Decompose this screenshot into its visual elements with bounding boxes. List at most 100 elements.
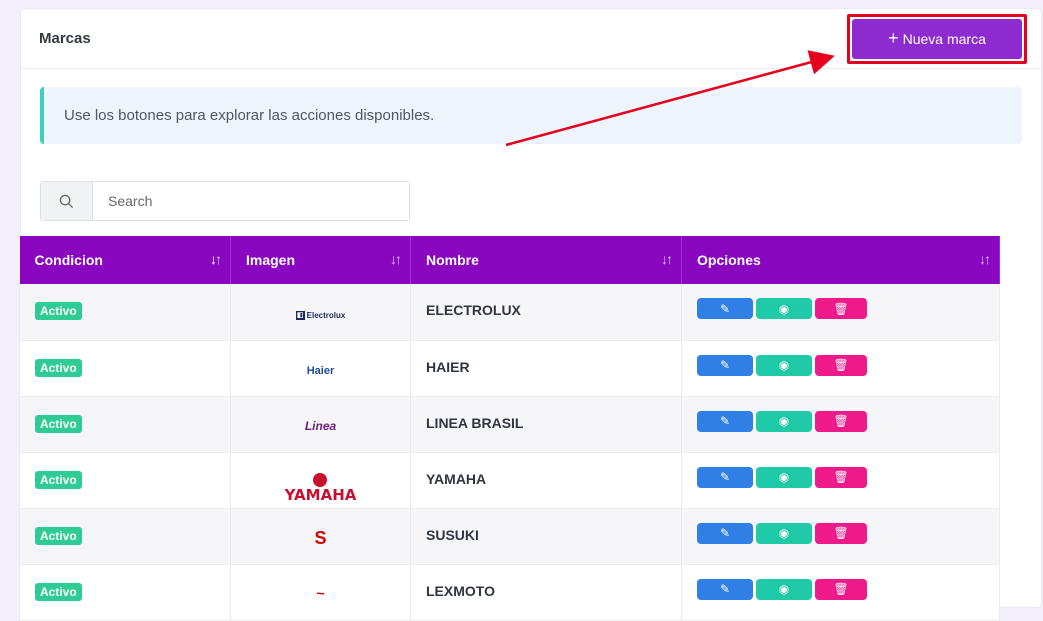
view-button[interactable]: ◉ (756, 522, 812, 544)
table-row: Activo Linea LINEA BRASIL ✎ ◉ 🗑︎ (19, 396, 1000, 453)
sort-icon[interactable]: ↓↑ (661, 251, 673, 267)
brand-name: SUSUKI (426, 526, 479, 543)
cell-opciones: ✎ ◉ 🗑︎ (681, 452, 1000, 509)
cell-condicion: Activo (19, 452, 231, 509)
brand-logo-image: Haier (306, 364, 335, 377)
delete-button[interactable]: 🗑︎ (815, 298, 867, 319)
sort-icon[interactable]: ↓↑ (979, 251, 991, 267)
status-badge: Activo (35, 414, 82, 433)
delete-button[interactable]: 🗑︎ (815, 578, 867, 600)
table-row: Activo ~ LEXMOTO ✎ ◉ 🗑︎ (19, 564, 1000, 621)
delete-button[interactable]: 🗑︎ (815, 410, 867, 432)
delete-button[interactable]: 🗑︎ (815, 522, 867, 544)
column-header-opciones[interactable]: Opciones ↓↑ (681, 236, 1000, 284)
brand-name: LINEA BRASIL (426, 414, 524, 431)
edit-button[interactable]: ✎ (697, 578, 753, 600)
table-row: Activo Haier HAIER ✎ ◉ 🗑︎ (19, 340, 1000, 397)
cell-opciones: ✎ ◉ 🗑︎ (681, 564, 1000, 621)
edit-button[interactable]: ✎ (697, 466, 753, 488)
brand-name: HAIER (426, 358, 470, 375)
cell-opciones: ✎ ◉ 🗑︎ (681, 284, 1000, 341)
table-row: Activo YAMAHA YAMAHA ✎ ◉ 🗑︎ (19, 452, 1000, 509)
cell-condicion: Activo (19, 564, 231, 621)
cell-nombre: ELECTROLUX (410, 284, 682, 341)
trash-icon: 🗑︎ (833, 582, 849, 596)
cell-opciones: ✎ ◉ 🗑︎ (681, 340, 1000, 397)
info-alert-text: Use los botones para explorar las accion… (64, 107, 435, 124)
eye-icon: ◉ (778, 582, 790, 596)
page-title: Marcas (39, 30, 91, 47)
edit-icon: ✎ (719, 526, 731, 540)
edit-button[interactable]: ✎ (697, 522, 753, 544)
sort-icon[interactable]: ↓↑ (210, 251, 222, 267)
brand-logo-image: S (314, 527, 327, 548)
view-button[interactable]: ◉ (756, 410, 812, 432)
new-brand-button-label: Nueva marca (902, 30, 986, 47)
status-badge: Activo (35, 302, 82, 320)
brand-logo-image: Linea (304, 418, 337, 433)
cell-imagen: YAMAHA (230, 452, 411, 509)
trash-icon: 🗑︎ (833, 358, 849, 372)
eye-icon: ◉ (778, 358, 790, 372)
cell-nombre: LEXMOTO (410, 564, 682, 621)
edit-icon: ✎ (719, 301, 731, 316)
trash-icon: 🗑︎ (833, 301, 849, 316)
eye-icon: ◉ (778, 470, 790, 484)
cell-nombre: LINEA BRASIL (410, 396, 682, 453)
edit-button[interactable]: ✎ (697, 354, 753, 376)
cell-condicion: Activo (19, 340, 231, 397)
edit-icon: ✎ (719, 582, 731, 596)
brand-logo-image: ~ (316, 584, 325, 601)
cell-imagen: ◧ Electrolux (230, 284, 411, 341)
search-icon (41, 182, 93, 220)
table-row: Activo S SUSUKI ✎ ◉ 🗑︎ (19, 508, 1000, 565)
cell-opciones: ✎ ◉ 🗑︎ (681, 508, 1000, 565)
plus-icon: + (888, 28, 899, 48)
annotation-highlight-box: + Nueva marca (847, 13, 1027, 64)
cell-imagen: ~ (230, 564, 411, 621)
status-badge: Activo (35, 358, 82, 377)
cell-nombre: HAIER (410, 340, 682, 397)
view-button[interactable]: ◉ (756, 298, 812, 319)
trash-icon: 🗑︎ (833, 414, 849, 428)
column-header-imagen[interactable]: Imagen ↓↑ (230, 236, 411, 284)
status-badge: Activo (35, 526, 82, 545)
search-input[interactable] (93, 182, 409, 220)
brand-logo-image: ◧ Electrolux (295, 310, 346, 320)
card-header: Marcas + Nueva marca (21, 9, 1041, 69)
delete-button[interactable]: 🗑︎ (815, 354, 867, 376)
delete-button[interactable]: 🗑︎ (815, 466, 867, 488)
view-button[interactable]: ◉ (756, 578, 812, 600)
edit-icon: ✎ (719, 470, 731, 484)
edit-button[interactable]: ✎ (697, 298, 753, 319)
cell-condicion: Activo (19, 396, 231, 453)
new-brand-button[interactable]: + Nueva marca (852, 18, 1022, 59)
edit-icon: ✎ (719, 358, 731, 372)
cell-imagen: S (230, 508, 411, 565)
eye-icon: ◉ (778, 526, 790, 540)
trash-icon: 🗑︎ (833, 470, 849, 484)
eye-icon: ◉ (778, 301, 790, 316)
cell-nombre: YAMAHA (410, 452, 682, 509)
column-header-condicion[interactable]: Condicion ↓↑ (19, 236, 231, 284)
view-button[interactable]: ◉ (756, 354, 812, 376)
status-badge: Activo (35, 470, 82, 489)
status-badge: Activo (35, 582, 82, 601)
eye-icon: ◉ (778, 414, 790, 428)
cell-imagen: Linea (230, 396, 411, 453)
column-header-nombre[interactable]: Nombre ↓↑ (410, 236, 682, 284)
sort-icon[interactable]: ↓↑ (390, 251, 402, 267)
brand-name: YAMAHA (426, 470, 487, 487)
cell-nombre: SUSUKI (410, 508, 682, 565)
edit-icon: ✎ (719, 414, 731, 428)
cell-condicion: Activo (19, 284, 231, 341)
brand-name: ELECTROLUX (426, 302, 521, 318)
brands-table: Condicion ↓↑ Imagen ↓↑ Nombre ↓↑ Opciones ↓↑… (19, 236, 1000, 621)
cell-condicion: Activo (19, 508, 231, 565)
cell-imagen: Haier (230, 340, 411, 397)
table-row: Activo ◧ Electrolux ELECTROLUX ✎ ◉ 🗑︎ (19, 284, 1000, 341)
brand-logo-image: YAMAHA (285, 472, 356, 503)
edit-button[interactable]: ✎ (697, 410, 753, 432)
cell-opciones: ✎ ◉ 🗑︎ (681, 396, 1000, 453)
view-button[interactable]: ◉ (756, 466, 812, 488)
